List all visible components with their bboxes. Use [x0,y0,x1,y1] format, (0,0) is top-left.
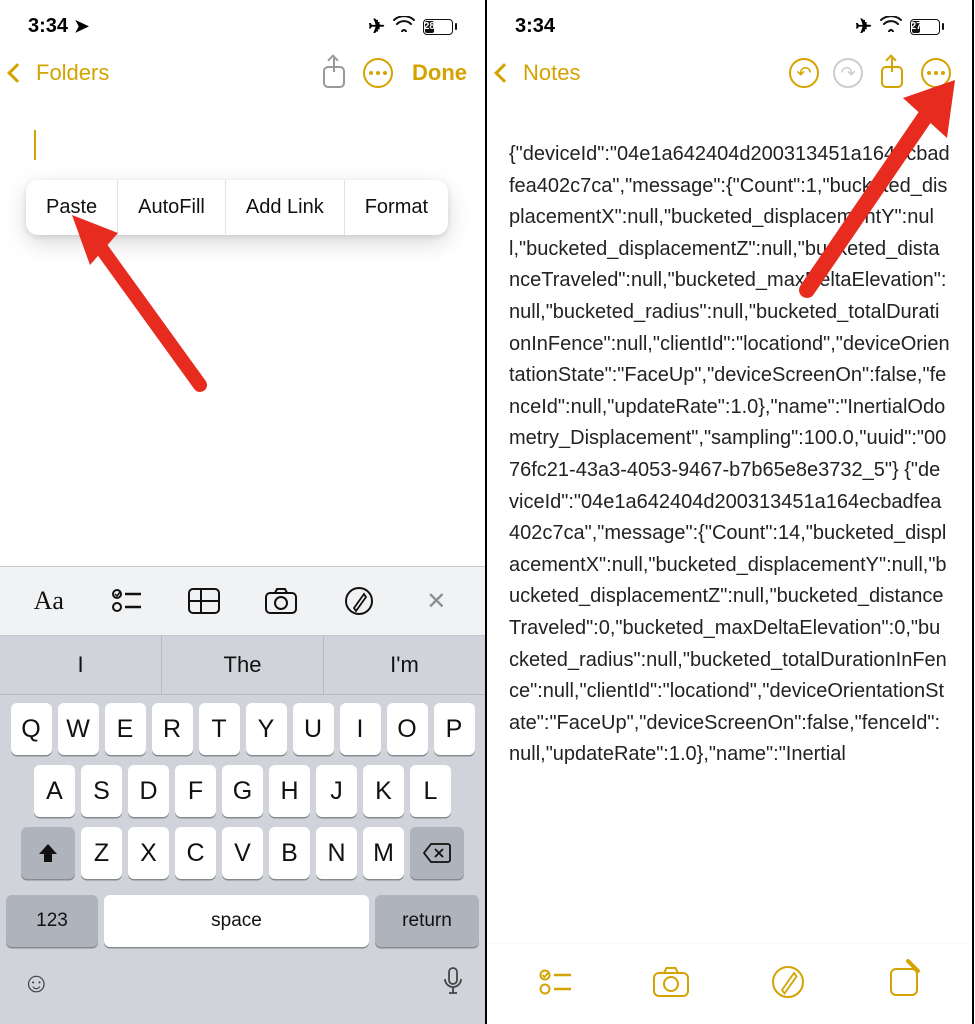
markup-button[interactable] [768,962,808,1002]
keyboard-row-3: Z X C V B N M [6,827,479,879]
keyboard-toolbar: Aa ✕ [0,566,485,636]
share-button[interactable] [316,55,352,91]
key-b[interactable]: B [269,827,310,879]
checklist-button[interactable] [102,581,150,621]
key-u[interactable]: U [293,703,334,755]
text-cursor [34,130,36,160]
back-button[interactable]: Folders [36,60,109,86]
emoji-button[interactable]: ☺ [22,967,51,1002]
phone-left-screenshot: 3:34 ➤ ✈︎ 28 Folders Done Paste AutoFill… [0,0,487,1024]
annotation-arrow [60,215,220,400]
nav-bar: Folders Done [0,45,485,109]
key-x[interactable]: X [128,827,169,879]
key-z[interactable]: Z [81,827,122,879]
key-e[interactable]: E [105,703,146,755]
key-s[interactable]: S [81,765,122,817]
context-menu-format[interactable]: Format [345,180,448,235]
dictation-button[interactable] [443,967,463,1002]
keyboard: Aa ✕ I The I'm Q W E R [0,566,485,1024]
key-y[interactable]: Y [246,703,287,755]
key-h[interactable]: H [269,765,310,817]
key-w[interactable]: W [58,703,99,755]
annotation-arrow [787,80,967,305]
suggestion-3[interactable]: I'm [324,636,485,694]
table-button[interactable] [180,581,228,621]
done-button[interactable]: Done [412,60,467,86]
key-c[interactable]: C [175,827,216,879]
bottom-toolbar [487,943,972,1024]
location-arrow-icon: ➤ [74,16,89,37]
keyboard-row-2: A S D F G H J K L [6,765,479,817]
key-123[interactable]: 123 [6,895,98,947]
wifi-icon [880,15,902,38]
key-r[interactable]: R [152,703,193,755]
key-return[interactable]: return [375,895,479,947]
airplane-mode-icon: ✈︎ [368,14,385,39]
key-f[interactable]: F [175,765,216,817]
key-shift[interactable] [21,827,75,879]
key-v[interactable]: V [222,827,263,879]
back-button[interactable]: Notes [523,60,580,86]
share-icon [322,58,346,88]
battery-icon: 27 [910,19,944,35]
keyboard-row-bottom: 123 space return [0,895,485,959]
key-p[interactable]: P [434,703,475,755]
airplane-mode-icon: ✈︎ [855,14,872,39]
wifi-icon [393,15,415,38]
keyboard-row-1: Q W E R T Y U I O P [6,703,479,755]
context-menu-addlink[interactable]: Add Link [226,180,345,235]
chevron-left-icon[interactable] [7,63,27,83]
status-time: 3:34 [515,15,555,38]
status-bar: 3:34 ✈︎ 27 [487,0,972,45]
keyboard-close-button[interactable]: ✕ [412,581,460,621]
key-backspace[interactable] [410,827,464,879]
more-button[interactable] [360,55,396,91]
camera-button[interactable] [257,581,305,621]
key-n[interactable]: N [316,827,357,879]
chevron-left-icon[interactable] [494,63,514,83]
key-space[interactable]: space [104,895,369,947]
phone-right-screenshot: 3:34 ✈︎ 27 Notes ↶ ↷ {"deviceId":"04e1a6… [487,0,974,1024]
camera-button[interactable] [651,962,691,1002]
key-i[interactable]: I [340,703,381,755]
key-l[interactable]: L [410,765,451,817]
keyboard-suggestions: I The I'm [0,636,485,695]
key-j[interactable]: J [316,765,357,817]
battery-icon: 28 [423,19,457,35]
key-t[interactable]: T [199,703,240,755]
ellipsis-circle-icon [363,58,393,88]
compose-icon [890,968,918,996]
suggestion-1[interactable]: I [0,636,162,694]
key-o[interactable]: O [387,703,428,755]
key-g[interactable]: G [222,765,263,817]
status-time: 3:34 [28,15,68,38]
key-a[interactable]: A [34,765,75,817]
key-m[interactable]: M [363,827,404,879]
status-bar: 3:34 ➤ ✈︎ 28 [0,0,485,45]
key-k[interactable]: K [363,765,404,817]
suggestion-2[interactable]: The [162,636,324,694]
key-d[interactable]: D [128,765,169,817]
markup-button[interactable] [335,581,383,621]
key-q[interactable]: Q [11,703,52,755]
compose-button[interactable] [884,962,924,1002]
checklist-button[interactable] [535,962,575,1002]
format-aa-button[interactable]: Aa [25,581,73,621]
